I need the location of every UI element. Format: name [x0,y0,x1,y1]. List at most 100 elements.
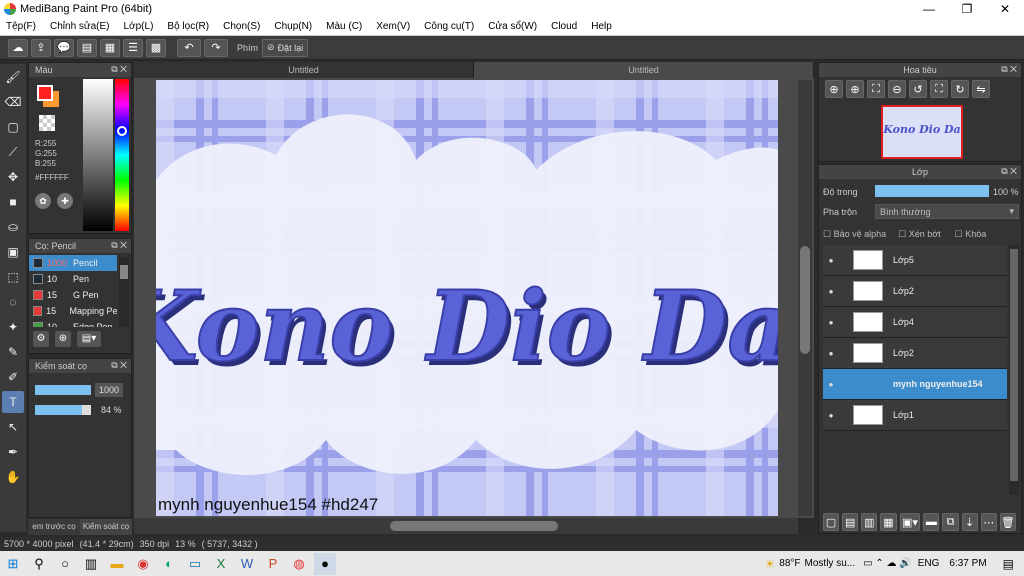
visibility-icon[interactable]: ● [823,349,839,358]
brush-item[interactable]: 10 Pen [29,271,117,287]
panel-close-icon[interactable]: ⧉ ✕ [1001,64,1017,75]
brush-scrollbar[interactable] [119,257,129,327]
select-pen-icon[interactable]: ✎ [2,341,24,363]
speech-icon[interactable]: ▤ [77,38,97,57]
windows-start-icon[interactable]: ⊞ [2,553,24,575]
menu-help[interactable]: Help [591,21,612,32]
magic-wand-icon[interactable]: ✦ [2,316,24,338]
delete-layer-icon[interactable]: 🗑 [999,513,1016,531]
fit-screen-icon[interactable]: ⛶ [930,80,948,98]
layer-row[interactable]: ● mynh nguyenhue154 [823,369,1007,400]
rotate-right-icon[interactable]: ↻ [951,80,969,98]
new-halftone-layer-icon[interactable]: ▤ [842,513,859,531]
zoom-fit-icon[interactable]: ⊕ [825,80,843,98]
panel-close-icon[interactable]: ⧉ ✕ [111,64,127,75]
clock[interactable]: 6:37 PM [949,558,986,569]
brush-control-tab[interactable]: Kiểm soát cọ [80,519,132,535]
monitor-icon[interactable]: ▭ [184,553,206,575]
zoom-in-icon[interactable]: ⊕ [846,80,864,98]
menu-view[interactable]: Xem(V) [376,21,410,32]
palette-icon[interactable]: ✿ [35,193,51,209]
brush-settings-icon[interactable]: ⚙ [33,331,49,347]
brush-item[interactable]: 15 G Pen [29,287,117,303]
cortana-icon[interactable]: ○ [54,553,76,575]
transparent-swatch[interactable] [39,115,55,131]
file-explorer-icon[interactable]: ▬ [106,553,128,575]
visibility-icon[interactable]: ● [823,411,839,420]
powerpoint-icon[interactable]: P [262,553,284,575]
word-icon[interactable]: W [236,553,258,575]
layer-opacity-slider[interactable] [875,185,989,197]
medibang-taskbar-icon[interactable]: ● [314,552,336,575]
duplicate-layer-icon[interactable]: ⧉ [942,513,959,531]
layer-row[interactable]: ● Lớp4 [823,307,1007,338]
menu-file[interactable]: Tệp(F) [6,21,36,32]
bucket-tool-icon[interactable]: ⛀ [2,216,24,238]
layer-row[interactable]: ● Lớp5 [823,245,1007,276]
comment-icon[interactable]: 💬 [54,38,74,57]
clipping-checkbox[interactable]: ☐ Xén bớt [898,229,941,240]
weather-temp[interactable]: 88°F [779,558,800,569]
layer-row[interactable]: ● Lớp2 [823,338,1007,369]
actual-size-icon[interactable]: ⛶ [867,80,885,98]
menu-filter[interactable]: Bộ lọc(R) [167,21,209,32]
reset-button[interactable]: ⊘ Đặt lại [262,38,309,57]
hue-handle[interactable] [117,126,127,136]
vertical-scrollbar[interactable] [798,80,812,516]
rectangle-tool-icon[interactable]: ▢ [2,116,24,138]
visibility-icon[interactable]: ● [823,318,839,327]
task-view-icon[interactable]: ▥ [80,553,102,575]
brush-preview-tab[interactable]: em trước cọ [28,519,80,535]
maximize-button[interactable]: ❐ [948,0,986,18]
hand-tool-icon[interactable]: ✋ [2,466,24,488]
select-rect-icon[interactable]: ⬚ [2,266,24,288]
foreground-color-swatch[interactable] [37,85,53,101]
text-tool-icon[interactable]: T [2,391,24,413]
folder-icon[interactable]: ▬ [923,513,940,531]
search-icon[interactable]: ⚲ [28,553,50,575]
brush-item[interactable]: 1000 Pencil [29,255,117,271]
hue-slider[interactable] [115,79,129,231]
rotate-left-icon[interactable]: ↺ [909,80,927,98]
line-tool-icon[interactable]: ⟋ [2,141,24,163]
undo-icon[interactable]: ↶ [177,38,201,57]
eraser-tool-icon[interactable]: ⌫ [2,91,24,113]
protect-alpha-checkbox[interactable]: ☐ Bảo vệ alpha [823,229,886,240]
minimize-button[interactable]: — [910,0,948,18]
dropper-tool-icon[interactable]: ✒ [2,441,24,463]
brush-add-icon[interactable]: ⊕ [55,331,71,347]
menu-layer[interactable]: Lớp(L) [124,21,154,32]
blend-select[interactable]: Bình thường ▾ [875,204,1019,219]
operation-tool-icon[interactable]: ↖ [2,416,24,438]
merge-down-icon[interactable]: ⇣ [961,513,978,531]
layer-settings-icon[interactable]: ⋯ [980,513,997,531]
visibility-icon[interactable]: ● [823,256,839,265]
redo-icon[interactable]: ↷ [204,38,228,57]
panel-close-icon[interactable]: ⧉ ✕ [1001,166,1017,177]
close-button[interactable]: ✕ [986,0,1024,18]
add-layer-menu-icon[interactable]: ▣▾ [899,513,921,531]
color-value-box[interactable] [83,79,113,231]
new-8bit-layer-icon[interactable]: ▥ [861,513,878,531]
gradient-tool-icon[interactable]: ▣ [2,241,24,263]
edge-icon[interactable]: ◐ [158,553,180,575]
horizontal-scrollbar[interactable] [134,518,798,534]
opacity-slider[interactable] [35,405,91,415]
panel-close-icon[interactable]: ⧉ ✕ [111,240,127,251]
brush-item[interactable]: 10 Edge Pen [29,319,117,327]
tab-untitled-2[interactable]: Untitled [474,62,814,78]
layer-row[interactable]: ● Lớp2 [823,276,1007,307]
zoom-out-icon[interactable]: ⊖ [888,80,906,98]
notification-icon[interactable]: ▤ [1003,557,1014,571]
visibility-icon[interactable]: ● [823,380,839,389]
size-slider[interactable] [35,385,91,395]
app-red-icon[interactable]: ◉ [132,553,154,575]
chrome-icon[interactable]: ◍ [288,553,310,575]
menu-window[interactable]: Cửa sổ(W) [488,21,537,32]
panel-close-icon[interactable]: ⧉ ✕ [111,360,127,371]
menu-color[interactable]: Màu (C) [326,21,362,32]
visibility-icon[interactable]: ● [823,287,839,296]
layer-row[interactable]: ● Lớp1 [823,400,1007,431]
grid-icon[interactable]: ▩ [146,38,166,57]
lasso-icon[interactable]: ◌ [2,291,24,313]
